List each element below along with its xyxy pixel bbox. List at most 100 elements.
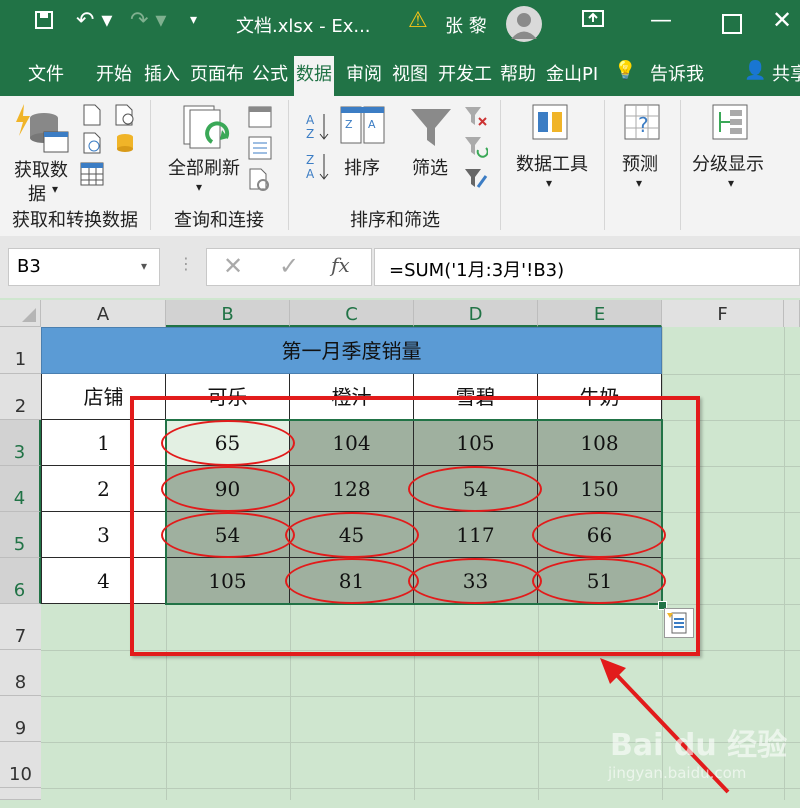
filter-button[interactable]: 筛选 [412, 154, 448, 180]
data-tools-dropdown-icon[interactable]: ▾ [546, 176, 552, 190]
table-title[interactable]: 第一月季度销量 [41, 327, 662, 374]
tab-view[interactable]: 视图 [392, 60, 428, 86]
tab-review[interactable]: 审阅 [346, 60, 382, 86]
tab-formulas[interactable]: 公式 [252, 60, 288, 86]
get-data-button-line2[interactable]: 据 [28, 180, 46, 206]
tab-home[interactable]: 开始 [96, 60, 132, 86]
data-cell[interactable]: 117 [414, 512, 538, 558]
data-cell[interactable]: 105 [166, 558, 290, 604]
store-cell[interactable]: 4 [41, 558, 166, 604]
name-box-dropdown-icon[interactable]: ▾ [141, 259, 147, 273]
from-table-icon[interactable] [80, 162, 104, 190]
column-header-c[interactable]: C [290, 300, 414, 327]
column-header-g[interactable] [784, 300, 800, 327]
row-header-6[interactable]: 6 [0, 558, 41, 604]
filter-icon[interactable] [410, 108, 452, 152]
get-data-button[interactable]: 获取数 [14, 156, 68, 182]
forecast-dropdown-icon[interactable]: ▾ [636, 176, 642, 190]
row-header-8[interactable]: 8 [0, 650, 41, 696]
advanced-filter-icon[interactable] [464, 168, 488, 194]
enter-icon[interactable]: ✓ [279, 252, 299, 280]
insert-function-icon[interactable]: fx [331, 253, 350, 277]
close-icon[interactable]: ✕ [772, 6, 792, 34]
row-header-1[interactable]: 1 [0, 327, 41, 374]
row-header-10[interactable]: 10 [0, 742, 41, 788]
store-cell[interactable]: 2 [41, 466, 166, 512]
recent-sources-icon[interactable] [114, 104, 136, 130]
get-data-icon[interactable] [14, 104, 70, 158]
drag-handle-icon[interactable]: ⋮ [178, 254, 194, 273]
tab-developer[interactable]: 开发工 [438, 60, 492, 86]
data-cell[interactable]: 105 [414, 420, 538, 466]
refresh-all-button[interactable]: 全部刷新 [168, 154, 240, 180]
row-header-5[interactable]: 5 [0, 512, 41, 558]
from-text-icon[interactable] [82, 104, 102, 130]
sort-button[interactable]: 排序 [344, 154, 380, 180]
column-header-d[interactable]: D [414, 300, 538, 327]
ribbon-display-icon[interactable] [582, 8, 604, 33]
outline-icon[interactable] [712, 104, 748, 144]
store-cell[interactable]: 1 [41, 420, 166, 466]
header-cell[interactable]: 橙汁 [290, 374, 414, 420]
column-header-f[interactable]: F [662, 300, 784, 327]
header-cell[interactable]: 店铺 [41, 374, 166, 420]
from-web-icon[interactable] [82, 132, 102, 158]
header-cell[interactable]: 可乐 [166, 374, 290, 420]
maximize-icon[interactable] [722, 14, 742, 34]
data-cell[interactable]: 108 [538, 420, 662, 466]
existing-connections-icon[interactable] [114, 132, 136, 158]
share-button[interactable]: 共享 [772, 60, 800, 86]
properties-icon[interactable] [248, 136, 272, 164]
data-cell[interactable]: 104 [290, 420, 414, 466]
share-icon[interactable]: 👤 [744, 60, 766, 81]
tell-me-search[interactable]: 告诉我 [650, 60, 704, 86]
sort-icon[interactable]: ZA [340, 106, 386, 148]
row-header-3[interactable]: 3 [0, 420, 41, 466]
forecast-icon[interactable]: ? [624, 104, 660, 144]
redo-icon[interactable]: ↷ ▾ [130, 8, 166, 33]
outline-dropdown-icon[interactable]: ▾ [728, 176, 734, 190]
refresh-all-icon[interactable] [182, 104, 232, 158]
reapply-icon[interactable] [464, 136, 489, 162]
row-header-2[interactable]: 2 [0, 374, 41, 420]
edit-links-icon[interactable] [248, 168, 272, 196]
tab-kingsoft-pdf[interactable]: 金山PI [546, 60, 598, 86]
outline-button[interactable]: 分级显示 [692, 150, 764, 176]
name-box[interactable]: B3 ▾ [8, 248, 160, 286]
data-cell[interactable]: 150 [538, 466, 662, 512]
data-tools-button[interactable]: 数据工具 [516, 150, 588, 176]
row-header-11[interactable] [0, 788, 41, 800]
row-header-7[interactable]: 7 [0, 604, 41, 650]
save-icon[interactable] [34, 10, 54, 35]
queries-connections-icon[interactable] [248, 106, 272, 132]
forecast-button[interactable]: 预测 [622, 150, 658, 176]
tab-help[interactable]: 帮助 [500, 60, 536, 86]
cancel-icon[interactable]: ✕ [223, 252, 243, 280]
column-header-a[interactable]: A [41, 300, 166, 327]
data-tools-icon[interactable] [532, 104, 568, 144]
get-data-dropdown-icon[interactable]: ▾ [52, 182, 58, 196]
tab-file[interactable]: 文件 [28, 60, 64, 86]
select-all-corner[interactable] [0, 300, 41, 327]
clear-filter-icon[interactable] [464, 106, 488, 132]
header-cell[interactable]: 雪碧 [414, 374, 538, 420]
qat-customize-icon[interactable]: ▾ [190, 12, 197, 28]
column-header-e[interactable]: E [538, 300, 662, 327]
row-header-9[interactable]: 9 [0, 696, 41, 742]
avatar[interactable] [506, 6, 542, 42]
row-header-4[interactable]: 4 [0, 466, 41, 512]
refresh-dropdown-icon[interactable]: ▾ [196, 180, 202, 194]
quick-analysis-button[interactable] [664, 608, 694, 638]
undo-icon[interactable]: ↶ ▾ [76, 8, 112, 33]
formula-input[interactable]: =SUM('1月:3月'!B3) [374, 248, 800, 286]
column-header-b[interactable]: B [166, 300, 290, 327]
tab-page-layout[interactable]: 页面布 [190, 60, 244, 86]
sort-za-icon[interactable]: ZA [306, 152, 332, 186]
tab-insert[interactable]: 插入 [144, 60, 180, 86]
data-cell[interactable]: 128 [290, 466, 414, 512]
tab-data[interactable]: 数据 [294, 56, 334, 96]
sort-az-icon[interactable]: AZ [306, 112, 332, 146]
minimize-icon[interactable]: — [650, 8, 672, 33]
store-cell[interactable]: 3 [41, 512, 166, 558]
header-cell[interactable]: 牛奶 [538, 374, 662, 420]
